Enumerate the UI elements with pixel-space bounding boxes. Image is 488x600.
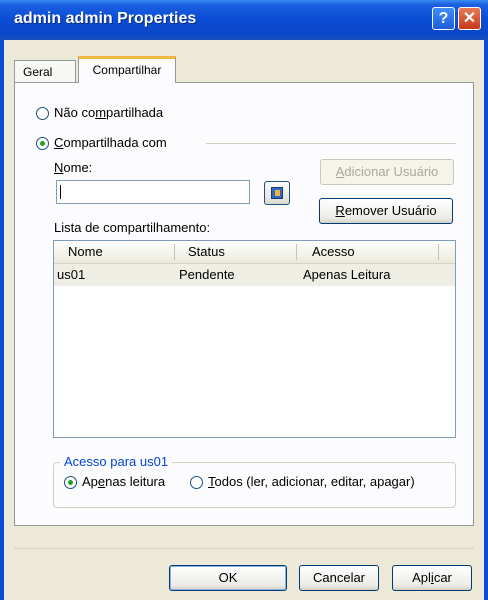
text-caret	[60, 185, 61, 199]
shared-with-label[interactable]: Compartilhada com	[54, 135, 167, 150]
window-title: admin admin Properties	[14, 10, 197, 27]
ok-button[interactable]: OK	[169, 565, 287, 591]
table-row[interactable]: us01 Pendente Apenas Leitura	[54, 264, 455, 286]
cancel-button[interactable]: Cancelar	[299, 565, 379, 591]
column-separator[interactable]	[296, 244, 297, 260]
remove-user-button[interactable]: Remover Usuário	[319, 198, 453, 224]
access-group-legend: Acesso para us01	[60, 454, 173, 469]
title-bar[interactable]: admin admin Properties ? ✕	[0, 0, 488, 40]
column-header-access[interactable]: Acesso	[312, 241, 355, 263]
name-label: Nome:	[54, 160, 93, 175]
group-divider	[206, 143, 456, 144]
column-separator[interactable]	[174, 244, 175, 260]
sharing-list-label: Lista de compartilhamento:	[54, 220, 211, 235]
address-book-button[interactable]	[264, 181, 290, 205]
address-book-icon	[271, 187, 283, 199]
name-input[interactable]	[56, 180, 250, 204]
list-header: Nome Status Acesso	[54, 241, 455, 264]
row-status-cell: Pendente	[179, 267, 235, 282]
panel-bottom-divider	[14, 548, 474, 549]
full-access-radio[interactable]	[190, 476, 203, 489]
column-header-status[interactable]: Status	[188, 241, 225, 263]
read-only-radio[interactable]	[64, 476, 77, 489]
tab-geral[interactable]: Geral	[14, 60, 76, 82]
column-separator[interactable]	[438, 244, 439, 260]
read-only-label[interactable]: Apenas leitura	[82, 474, 165, 489]
row-name-cell: us01	[57, 267, 86, 282]
full-access-label[interactable]: Todos (ler, adicionar, editar, apagar)	[208, 474, 415, 489]
not-shared-radio[interactable]	[36, 107, 49, 120]
properties-dialog: admin admin Properties ? ✕ Geral Compart…	[0, 0, 488, 600]
not-shared-label[interactable]: Não compartilhada	[54, 105, 163, 120]
window-border-left	[0, 40, 4, 600]
add-user-button[interactable]: Adicionar Usuário	[320, 159, 454, 185]
sharing-list[interactable]: Nome Status Acesso us01 Pendente Apenas …	[53, 240, 456, 438]
column-header-name[interactable]: Nome	[68, 241, 103, 263]
tab-compartilhar[interactable]: Compartilhar	[78, 56, 176, 83]
help-button[interactable]: ?	[432, 7, 455, 30]
window-border-right	[484, 40, 488, 600]
apply-button[interactable]: Aplicar	[392, 565, 472, 591]
row-access-cell: Apenas Leitura	[303, 267, 391, 282]
shared-with-radio[interactable]	[36, 137, 49, 150]
close-button[interactable]: ✕	[458, 7, 481, 30]
